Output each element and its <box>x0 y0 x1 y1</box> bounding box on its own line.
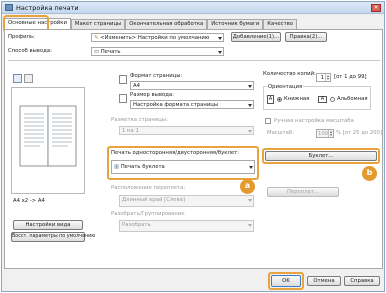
view-settings-button[interactable]: Настройки вида <box>13 220 83 230</box>
copies-value: 1 <box>320 75 324 81</box>
binding-button[interactable]: Переплет... <box>267 187 339 197</box>
landscape-icon: A <box>318 96 327 103</box>
tab-quality[interactable]: Качество <box>263 19 298 29</box>
booklet-button[interactable]: Буклет... <box>265 151 377 161</box>
callout-badge-b: b <box>362 166 377 181</box>
window-title: Настройка печати <box>16 4 79 12</box>
close-icon[interactable]: ✕ <box>371 4 381 12</box>
scale-stepper[interactable]: 100 <box>316 129 334 138</box>
layout-label: Разметка страницы: <box>111 117 168 123</box>
output-size-icon <box>119 94 127 103</box>
profile-label: Профиль: <box>8 34 35 40</box>
duplex-value: Печать буклета <box>120 164 165 170</box>
landscape-label: Альбомная <box>337 96 368 102</box>
chevron-down-icon <box>218 37 222 40</box>
profile-select[interactable]: ✎ <Изменить> Настройки по умолчанию <box>91 33 224 42</box>
copies-label: Количество копий: <box>263 71 316 77</box>
spin-arrows-icon[interactable] <box>325 74 330 81</box>
page-size-value: A4 <box>133 83 140 89</box>
chevron-down-icon <box>249 166 253 169</box>
binding-value: Длинный край [Слева] <box>122 197 185 203</box>
binding-select[interactable]: Длинный край [Слева] <box>119 195 254 207</box>
page-preview <box>11 87 85 194</box>
output-method-label: Способ вывода: <box>8 48 52 54</box>
manual-scaling-label: Ручная настройка масштаба <box>274 118 354 124</box>
help-button[interactable]: Справка <box>344 276 380 286</box>
profile-value: <Изменить> Настройки по умолчанию <box>100 35 210 41</box>
tab-page-layout[interactable]: Макет страницы <box>70 19 126 29</box>
callout-badge-a: a <box>240 179 255 194</box>
preview-caption: A4 x2 -> A4 <box>13 198 45 204</box>
binding-label: Расположение переплета: <box>111 185 186 191</box>
portrait-radio[interactable] <box>277 97 282 102</box>
layout-select[interactable]: 1 на 1 <box>119 126 254 135</box>
output-size-label: Размер вывода: <box>130 92 174 98</box>
title-bar: Настройка печати ✕ <box>2 2 384 14</box>
copies-stepper[interactable]: 1 <box>316 73 331 82</box>
printer-icon <box>5 4 13 11</box>
duplex-label: Печать односторонняя/двусторонняя/буклет… <box>111 150 239 156</box>
collate-select[interactable]: Разобрать <box>119 220 254 232</box>
printer-view-icon[interactable] <box>24 74 33 83</box>
divider <box>8 60 380 61</box>
chevron-down-icon <box>248 199 252 202</box>
portrait-icon: A <box>267 95 274 104</box>
output-size-select[interactable]: Настройка формата страницы <box>130 100 254 109</box>
printer-small-icon: ▭ <box>94 49 101 55</box>
page-size-icon <box>119 75 127 84</box>
booklet-preview-icon <box>19 105 77 167</box>
duplex-select[interactable]: ▥ Печать буклета <box>111 160 255 174</box>
restore-defaults-button[interactable]: Восст. параметры по умолчанию <box>11 232 95 242</box>
output-method-value: Печать <box>100 49 121 55</box>
output-size-value: Настройка формата страницы <box>133 102 219 108</box>
chevron-down-icon <box>248 130 252 133</box>
edit-profile-button[interactable]: Правка(2)... <box>285 32 327 42</box>
portrait-label: Книжная <box>284 96 310 102</box>
chevron-down-icon <box>248 104 252 107</box>
chevron-down-icon <box>248 224 252 227</box>
chevron-down-icon <box>218 51 222 54</box>
manual-scaling-checkbox[interactable] <box>265 118 271 124</box>
add-profile-button[interactable]: Добавление(1)... <box>231 32 281 42</box>
scale-value: 100 <box>318 131 329 137</box>
scale-label: Масштаб: <box>267 130 294 136</box>
collate-value: Разобрать <box>122 222 151 228</box>
chevron-down-icon <box>248 85 252 88</box>
spin-arrows-icon[interactable] <box>328 130 333 137</box>
page-size-select[interactable]: A4 <box>130 81 254 90</box>
booklet-icon: ▥ <box>114 164 121 170</box>
layout-value: 1 на 1 <box>122 128 139 134</box>
cancel-button[interactable]: Отмена <box>307 276 341 286</box>
print-settings-window: Настройка печати ✕ Основные настройки Ма… <box>1 1 385 292</box>
output-method-select[interactable]: ▭ Печать <box>91 47 224 56</box>
collate-label: Разобрать/Группирование <box>111 211 185 217</box>
scale-range: % [от 25 до 200] <box>336 130 382 136</box>
landscape-radio[interactable] <box>330 97 335 102</box>
page-view-icon[interactable] <box>13 74 22 83</box>
copies-range: [от 1 до 99] <box>334 74 367 80</box>
tab-finishing[interactable]: Окончательная обработка <box>125 19 208 29</box>
tab-paper-source[interactable]: Источник бумаги <box>207 19 264 29</box>
ok-button[interactable]: OK <box>271 275 301 287</box>
orientation-label: Ориентация <box>267 84 304 90</box>
settings-pane: Профиль: ✎ <Изменить> Настройки по умолч… <box>4 29 383 269</box>
page-size-label: Формат страницы: <box>130 73 183 79</box>
